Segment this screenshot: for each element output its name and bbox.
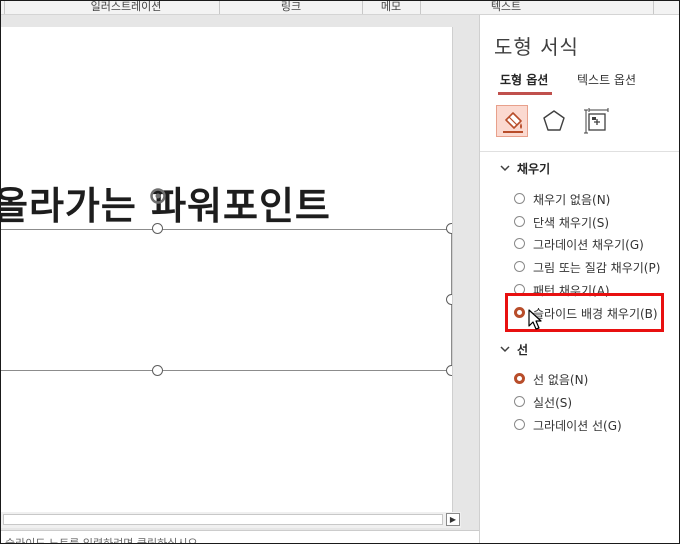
ribbon-separator (4, 0, 5, 14)
selected-shape-box[interactable] (1, 229, 452, 371)
radio-label: 선 없음(N) (533, 373, 589, 387)
fill-section-header[interactable]: 채우기 (517, 160, 550, 177)
ribbon-separator (420, 0, 421, 14)
size-properties-icon[interactable] (580, 105, 612, 137)
notes-placeholder: 슬라이드 노트를 입력하려면 클릭하십시오 (5, 535, 198, 543)
radio-button[interactable] (514, 216, 525, 227)
radio-label: 그라데이션 채우기(G) (533, 238, 644, 252)
fill-line-icon[interactable] (496, 105, 528, 137)
tab-text-options[interactable]: 텍스트 옵션 (577, 71, 636, 88)
scrollbar-track[interactable] (3, 514, 443, 525)
ribbon-group-illustrations: 일러스트레이션 (90, 0, 162, 13)
active-tab-underline (498, 92, 552, 95)
notes-pane[interactable]: 슬라이드 노트를 입력하려면 클릭하십시오 (1, 530, 479, 543)
ribbon-group-comments: 메모 (380, 0, 402, 13)
ribbon-group-labels: 일러스트레이션 링크 메모 텍스트 (1, 0, 679, 15)
resize-handle-right[interactable] (446, 294, 452, 305)
radio-label: 채우기 없음(N) (533, 193, 611, 207)
effects-pentagon-icon[interactable] (538, 105, 570, 137)
radio-button[interactable] (514, 193, 525, 204)
pane-divider (480, 151, 680, 152)
resize-handle-bottom[interactable] (152, 365, 163, 376)
format-shape-pane: 도형 서식 도형 옵션 텍스트 옵션 채우기 채우기 없음(N) 단색 채우기(… (479, 15, 680, 543)
radio-button[interactable] (514, 396, 525, 407)
slide-canvas[interactable]: 올라가는 파워포인트 (1, 27, 453, 513)
resize-handle-top-right[interactable] (446, 223, 452, 234)
ribbon-separator (362, 0, 363, 14)
pane-title: 도형 서식 (494, 35, 579, 59)
radio-button[interactable] (514, 238, 525, 249)
chevron-down-icon[interactable] (500, 344, 510, 354)
rotation-handle-icon[interactable] (149, 187, 167, 205)
radio-label: 그라데이션 선(G) (533, 419, 622, 433)
line-section-header[interactable]: 선 (517, 341, 528, 358)
ribbon-group-links: 링크 (280, 0, 302, 13)
scroll-right-icon[interactable]: ▶ (446, 513, 460, 526)
radio-label: 그림 또는 질감 채우기(P) (533, 261, 661, 275)
radio-label: 단색 채우기(S) (533, 216, 609, 230)
resize-handle-top[interactable] (152, 223, 163, 234)
ribbon-separator (653, 0, 654, 14)
radio-button[interactable] (514, 419, 525, 430)
radio-button-checked[interactable] (514, 373, 525, 384)
radio-button[interactable] (514, 261, 525, 272)
radio-label: 실선(S) (533, 396, 573, 410)
chevron-down-icon[interactable] (500, 163, 510, 173)
mouse-cursor-icon (528, 309, 542, 330)
slide-editing-area: 올라가는 파워포인트 ▶ 슬라이드 노트를 입력하려면 클릭하십시오 (1, 15, 479, 543)
horizontal-scrollbar[interactable]: ▶ (1, 512, 461, 528)
ribbon-separator (219, 0, 220, 14)
tab-shape-options[interactable]: 도형 옵션 (500, 71, 548, 88)
resize-handle-bottom-right[interactable] (446, 365, 452, 376)
ribbon-group-text: 텍스트 (490, 0, 522, 13)
